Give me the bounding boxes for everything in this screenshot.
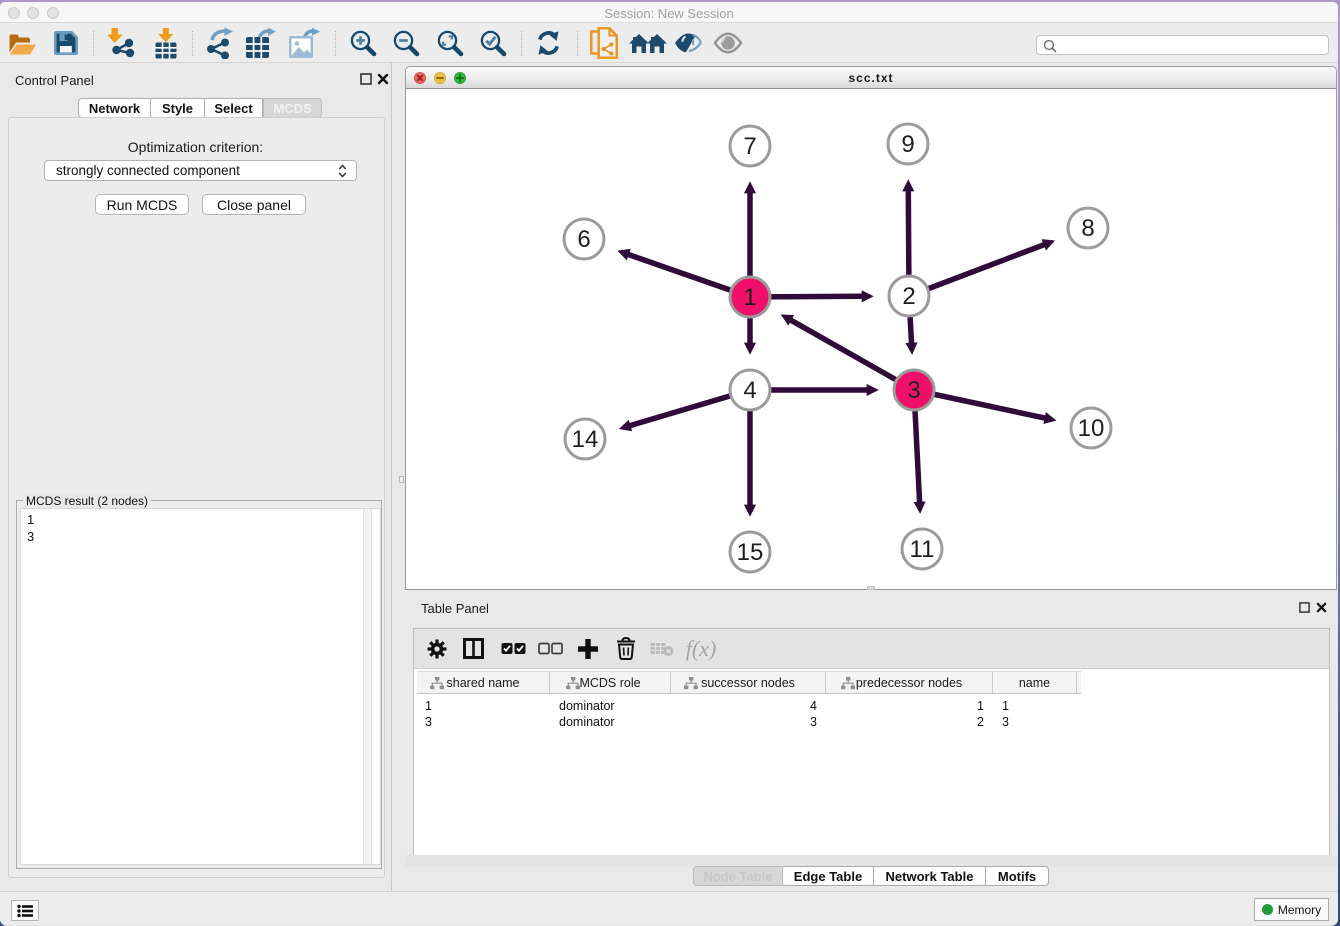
svg-text:6: 6 — [577, 226, 590, 253]
svg-text:3: 3 — [907, 377, 920, 404]
svg-text:15: 15 — [737, 539, 764, 566]
svg-text:2: 2 — [902, 283, 915, 310]
svg-text:10: 10 — [1078, 415, 1105, 442]
svg-text:14: 14 — [572, 426, 599, 453]
svg-text:11: 11 — [910, 536, 935, 563]
svg-text:4: 4 — [743, 377, 756, 404]
svg-text:7: 7 — [743, 133, 756, 160]
svg-text:8: 8 — [1081, 215, 1094, 242]
svg-text:9: 9 — [901, 131, 914, 158]
svg-text:1: 1 — [743, 284, 756, 311]
